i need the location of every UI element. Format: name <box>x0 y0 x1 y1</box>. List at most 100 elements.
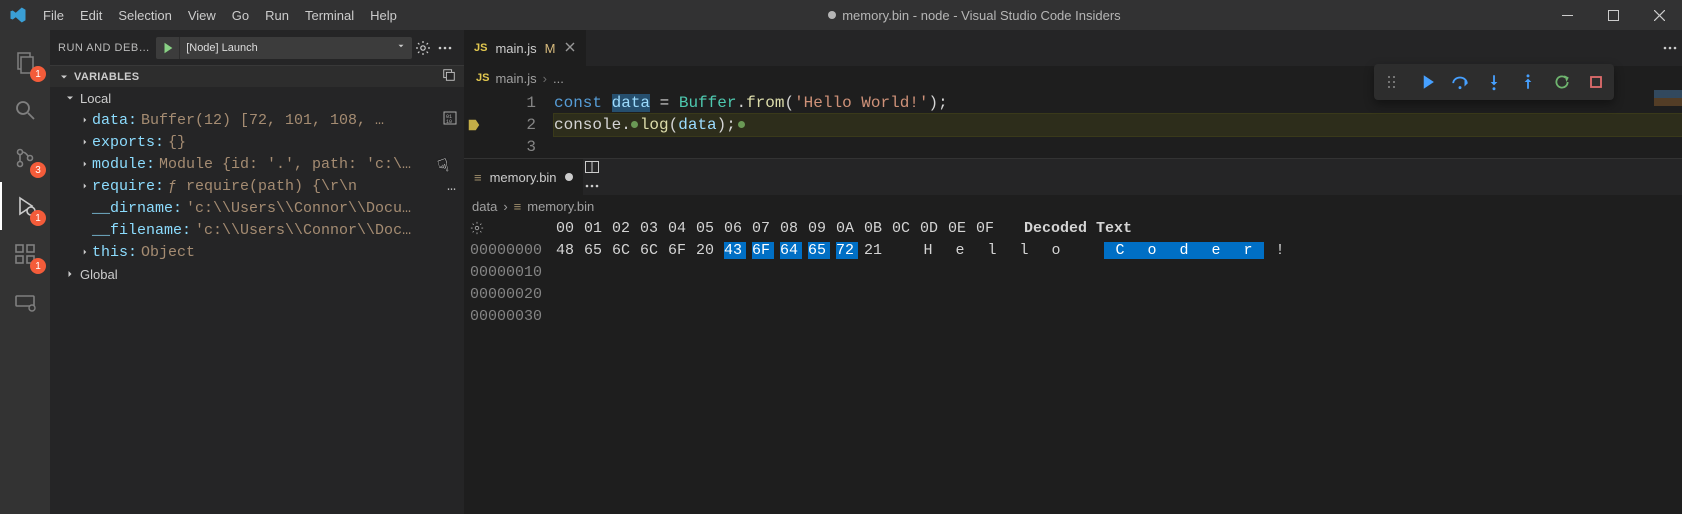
minimap[interactable] <box>1654 90 1682 150</box>
title-bar: FileEditSelectionViewGoRunTerminalHelp m… <box>0 0 1682 30</box>
view-binary-icon[interactable]: 0110 <box>436 110 464 131</box>
hex-char[interactable]: ! <box>1264 242 1296 259</box>
hex-byte[interactable]: 6F <box>752 242 774 259</box>
activity-run-debug[interactable]: 1 <box>0 182 50 230</box>
menu-terminal[interactable]: Terminal <box>297 0 362 30</box>
hex-row[interactable]: 0000000048656C6C6F20436F64657221Hello Co… <box>466 239 1682 261</box>
tab-main-js[interactable]: JS main.js M <box>464 30 587 66</box>
breadcrumb-file[interactable]: main.js <box>495 71 536 86</box>
hex-byte[interactable]: 20 <box>696 242 718 259</box>
dirty-dot-icon <box>565 173 573 181</box>
debug-config-selector[interactable]: [Node] Launch <box>156 37 412 59</box>
editor-more-button[interactable] <box>1658 30 1682 66</box>
menu-selection[interactable]: Selection <box>110 0 179 30</box>
activity-remote[interactable] <box>0 278 50 326</box>
hex-char[interactable]: r <box>1232 242 1264 259</box>
step-out-button[interactable] <box>1514 68 1542 96</box>
hex-char[interactable]: H <box>912 242 944 259</box>
hex-byte[interactable]: 43 <box>724 242 746 259</box>
tab-memory-bin[interactable]: ≡ memory.bin <box>464 159 584 195</box>
activity-source-control[interactable]: 3 <box>0 134 50 182</box>
hex-byte[interactable]: 65 <box>584 242 606 259</box>
code-editor[interactable]: 1 2 3 const data = Buffer.from('Hello Wo… <box>464 90 1682 158</box>
hex-row[interactable]: 00000010 <box>466 261 1682 283</box>
hex-char[interactable]: l <box>976 242 1008 259</box>
hex-char[interactable]: l <box>1008 242 1040 259</box>
hex-byte[interactable]: 21 <box>864 242 886 259</box>
hex-char[interactable]: o <box>1136 242 1168 259</box>
menu-edit[interactable]: Edit <box>72 0 110 30</box>
menu-run[interactable]: Run <box>257 0 297 30</box>
collapse-all-icon[interactable] <box>442 68 460 85</box>
hex-byte[interactable]: 6C <box>612 242 634 259</box>
editor-tabs: JS main.js M <box>464 30 1682 66</box>
menu-help[interactable]: Help <box>362 0 405 30</box>
breadcrumb-symbol[interactable]: ... <box>553 71 564 86</box>
binary-file-icon: ≡ <box>514 199 522 214</box>
hex-byte[interactable]: 64 <box>780 242 802 259</box>
close-button[interactable] <box>1636 0 1682 30</box>
hex-col: 0D <box>920 220 942 237</box>
menu-view[interactable]: View <box>180 0 224 30</box>
minimize-button[interactable] <box>1544 0 1590 30</box>
hex-char[interactable]: C <box>1104 242 1136 259</box>
menu-go[interactable]: Go <box>224 0 257 30</box>
variables-section-header[interactable]: VARIABLES <box>50 65 464 87</box>
hex-col: 04 <box>668 220 690 237</box>
svg-text:10: 10 <box>446 119 452 125</box>
variable-row[interactable]: __filename:'c:\\Users\\Connor\\Doc… <box>50 219 464 241</box>
restart-button[interactable] <box>1548 68 1576 96</box>
hex-breadcrumb[interactable]: data › ≡ memory.bin <box>464 195 1682 217</box>
split-editor-button[interactable] <box>584 159 600 178</box>
activity-badge: 1 <box>30 66 46 82</box>
maximize-button[interactable] <box>1590 0 1636 30</box>
scope-local[interactable]: Local <box>50 87 464 109</box>
activity-extensions[interactable]: 1 <box>0 230 50 278</box>
variable-row[interactable]: this:Object <box>50 241 464 263</box>
scope-global[interactable]: Global <box>50 263 464 285</box>
start-debug-button[interactable] <box>156 37 180 59</box>
hex-byte[interactable]: 48 <box>556 242 578 259</box>
activity-search[interactable] <box>0 86 50 134</box>
hex-col: 0B <box>864 220 886 237</box>
step-over-button[interactable] <box>1446 68 1474 96</box>
close-tab-button[interactable] <box>564 41 576 56</box>
hex-row[interactable]: 00000030 <box>466 305 1682 327</box>
ellipsis-icon[interactable]: … <box>439 178 464 195</box>
variable-row[interactable]: require:ƒ require(path) {\r\n… <box>50 175 464 197</box>
chevron-down-icon[interactable] <box>390 41 412 54</box>
debug-settings-button[interactable] <box>412 40 434 56</box>
variable-row[interactable]: __dirname:'c:\\Users\\Connor\\Docu… <box>50 197 464 219</box>
hex-grid[interactable]: 000102030405060708090A0B0C0D0E0F Decoded… <box>464 217 1682 327</box>
variable-row[interactable]: data:Buffer(12) [72, 101, 108, …0110 <box>50 109 464 131</box>
breadcrumb-folder[interactable]: data <box>472 199 497 214</box>
step-into-button[interactable] <box>1480 68 1508 96</box>
activity-explorer[interactable]: 1 <box>0 38 50 86</box>
hex-char[interactable] <box>1072 242 1104 259</box>
stop-button[interactable] <box>1582 68 1610 96</box>
hex-byte[interactable]: 72 <box>836 242 858 259</box>
variable-row[interactable]: exports:{} <box>50 131 464 153</box>
drag-grip-icon[interactable] <box>1378 68 1406 96</box>
hex-col: 0F <box>976 220 998 237</box>
hex-editor-panel: ≡ memory.bin data › ≡ memory.bin <box>464 158 1682 514</box>
hex-bytes[interactable]: 48 65 6C 6C 6F 20 43 6F 64 65 72 21 <box>556 242 886 259</box>
menu-file[interactable]: File <box>35 0 72 30</box>
hex-decoded[interactable]: Hello Coder! <box>912 242 1296 259</box>
continue-button[interactable] <box>1412 68 1440 96</box>
breadcrumb-file[interactable]: memory.bin <box>527 199 594 214</box>
hex-char[interactable]: e <box>944 242 976 259</box>
hex-char[interactable]: o <box>1040 242 1072 259</box>
more-actions-button[interactable] <box>434 40 456 56</box>
hex-row[interactable]: 00000020 <box>466 283 1682 305</box>
hex-byte[interactable]: 65 <box>808 242 830 259</box>
hex-char[interactable]: e <box>1200 242 1232 259</box>
hex-byte[interactable]: 6C <box>640 242 662 259</box>
hex-char[interactable]: d <box>1168 242 1200 259</box>
hex-settings-button[interactable] <box>466 221 488 235</box>
hex-byte[interactable]: 6F <box>668 242 690 259</box>
variable-row[interactable]: module:Module {id: '.', path: 'c:\… <box>50 153 464 175</box>
line-numbers: 1 2 3 <box>484 92 554 158</box>
debug-toolbar[interactable] <box>1374 64 1614 100</box>
variable-name: __dirname: <box>92 200 182 217</box>
